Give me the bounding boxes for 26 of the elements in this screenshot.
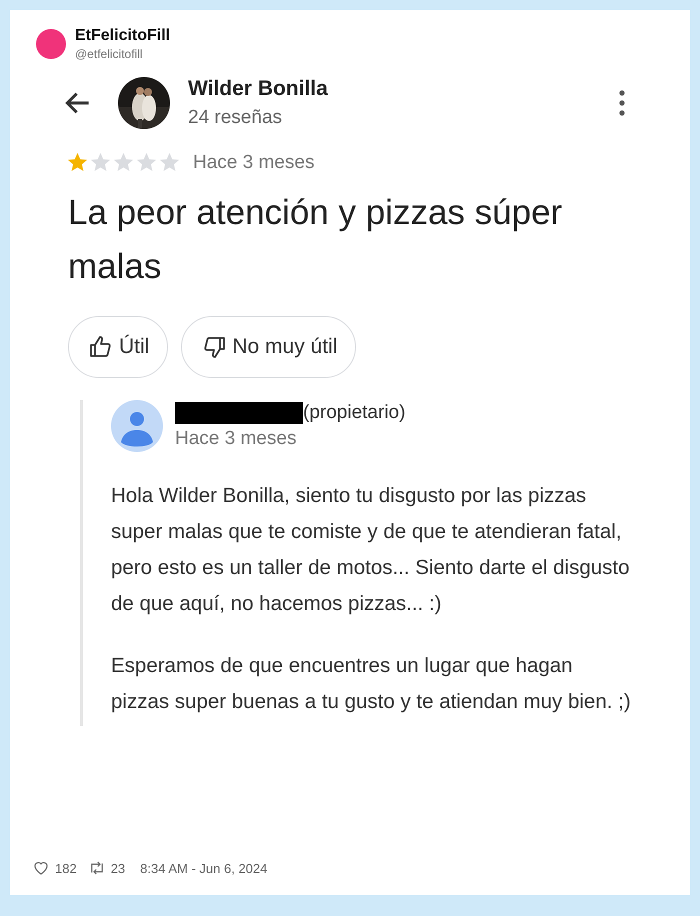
author-name: EtFelicitoFill	[75, 27, 170, 45]
star-icon	[135, 151, 158, 174]
thumbs-down-icon	[202, 335, 226, 359]
retweet-count: 23	[110, 860, 126, 876]
avatar-icon	[36, 29, 66, 59]
reviewer-name: Wilder Bonilla	[188, 77, 329, 101]
star-icon	[158, 151, 181, 174]
star-icon	[112, 151, 135, 174]
reply-paragraph: Hola Wilder Bonilla, siento tu disgusto por las pizzas super malas que te comiste y de que te atendieran fatal, pero esto es un taller de motos... Siento darte el disgusto de que aquí, no hacemos pizzas... :)	[111, 483, 630, 617]
reply-paragraph: Esperamos de que encuentres un lugar que hagan pizzas super buenas a tu gusto y te atiendan muy bien. ;)	[111, 653, 631, 715]
heart-icon[interactable]	[32, 859, 50, 877]
star-icon	[89, 151, 112, 174]
reply-time: Hace 3 meses	[175, 428, 298, 450]
like-count: 182	[55, 860, 77, 876]
not-helpful-button[interactable]: No muy útil	[181, 316, 356, 378]
thumbs-up-icon	[89, 335, 113, 359]
owner-label: (propietario)	[303, 402, 406, 424]
more-options-icon[interactable]	[618, 89, 626, 117]
user-avatar-icon	[111, 400, 163, 452]
review-title: La peor atención y pizzas súper malas	[68, 192, 564, 288]
review-count: 24 reseñas	[188, 107, 284, 129]
star-icon	[66, 151, 89, 174]
author-handle: @etfelicitofill	[75, 47, 144, 61]
tweet-timestamp: 8:34 AM - Jun 6, 2024	[140, 860, 268, 876]
helpful-button[interactable]: Útil	[68, 316, 168, 378]
review-time: Hace 3 meses	[193, 152, 314, 174]
